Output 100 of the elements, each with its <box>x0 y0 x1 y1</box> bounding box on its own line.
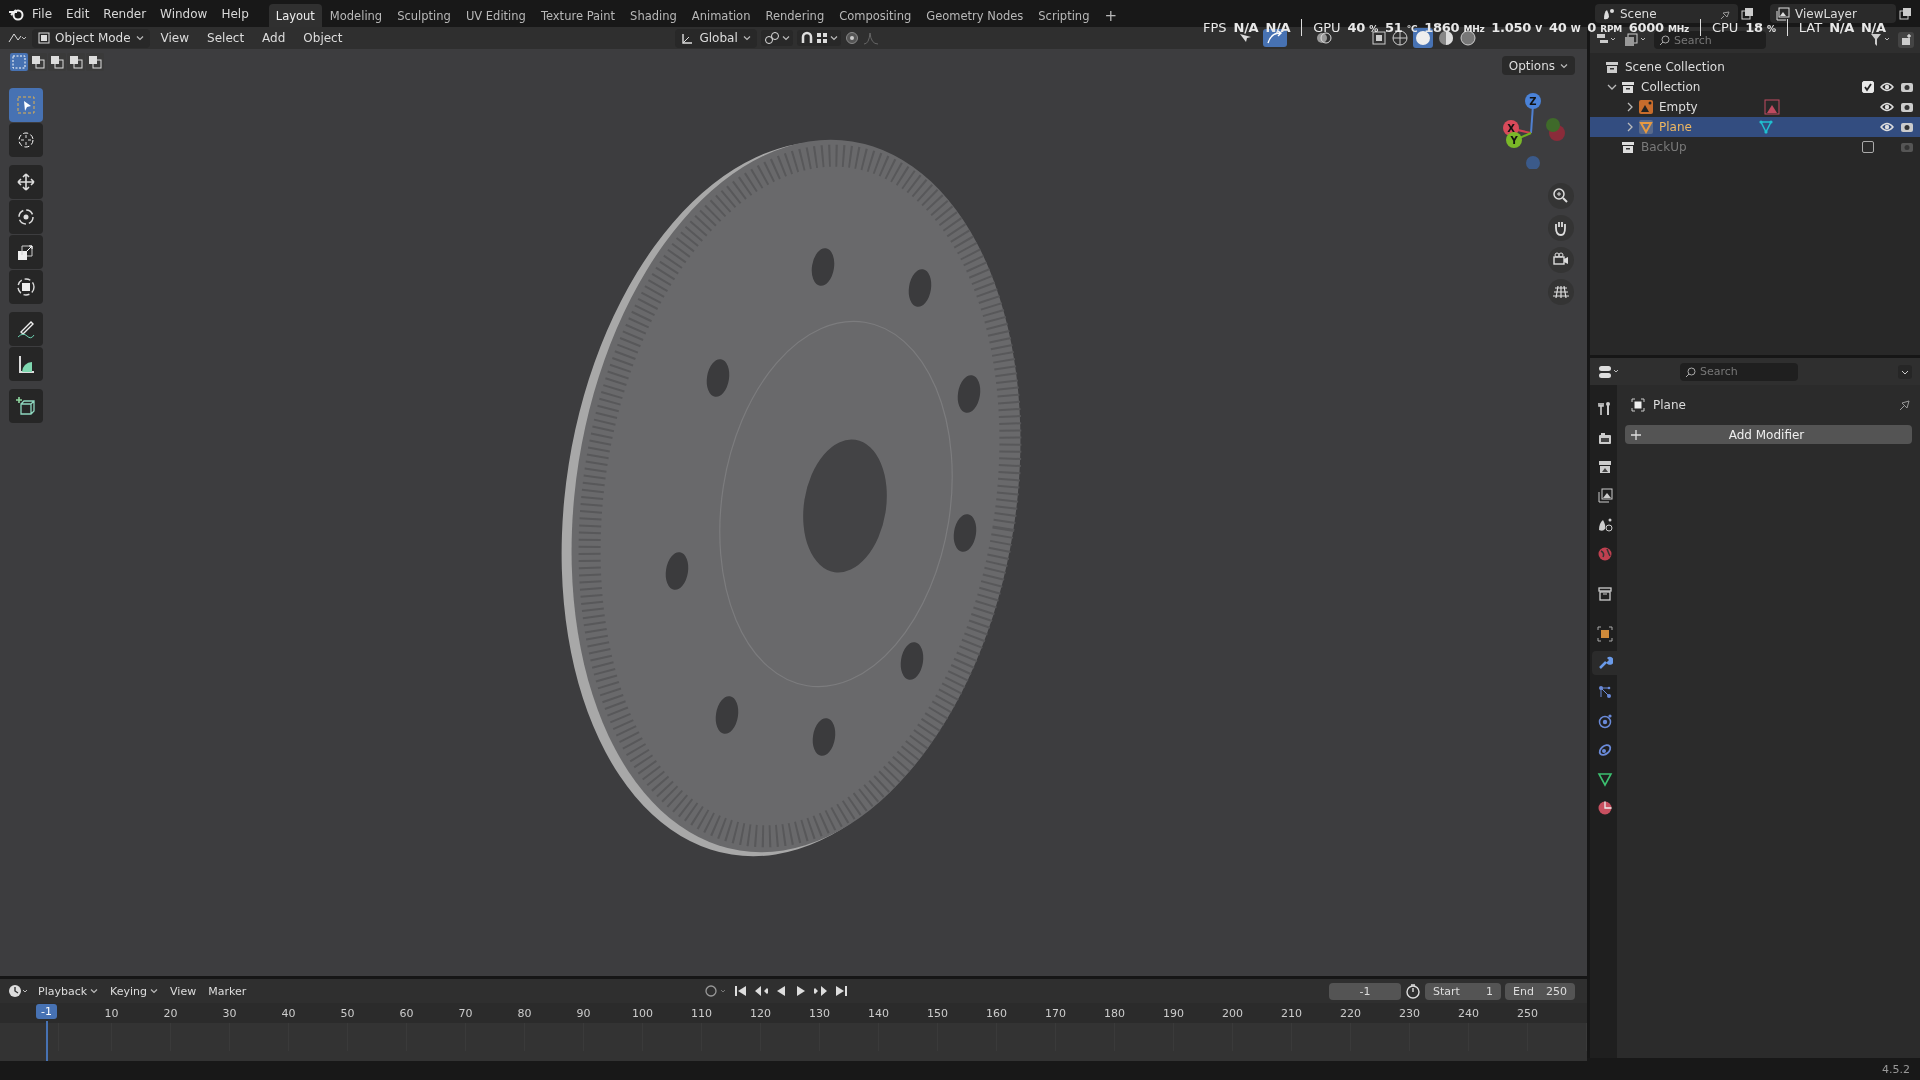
camera-icon[interactable] <box>1900 100 1914 114</box>
snap-dropdown[interactable] <box>796 30 841 46</box>
workspace-tab[interactable]: Layout <box>268 4 322 27</box>
workspace-tab[interactable]: Scripting <box>1031 4 1097 27</box>
workspace-tab[interactable]: Texture Paint <box>533 4 623 27</box>
tool-button[interactable] <box>9 200 43 234</box>
end-frame-field[interactable]: End 250 <box>1505 982 1575 1000</box>
add-modifier-button[interactable]: Add Modifier <box>1625 425 1912 444</box>
tool-button[interactable] <box>9 347 43 381</box>
menu-item[interactable]: Window <box>154 3 214 24</box>
jump-start-icon[interactable] <box>734 984 749 998</box>
mode-dropdown[interactable]: Object Mode <box>32 28 150 48</box>
menu-item[interactable]: Marker <box>204 982 251 1000</box>
pivot-icon <box>763 31 780 45</box>
selection-mode-icon[interactable] <box>67 53 85 71</box>
filter-layers-icon[interactable] <box>1624 33 1648 47</box>
workspace-tab[interactable]: Geometry Nodes <box>919 4 1031 27</box>
playhead[interactable]: -1 <box>36 1004 57 1019</box>
filter-icon[interactable] <box>1870 33 1892 47</box>
options-caret-icon[interactable] <box>1898 364 1912 379</box>
outliner-item-name: Plane <box>1659 120 1692 134</box>
new-collection-icon[interactable] <box>1898 32 1914 48</box>
search-field[interactable]: Search <box>1654 31 1766 49</box>
add-workspace-button[interactable]: + <box>1097 4 1124 27</box>
camera-icon[interactable] <box>1900 120 1914 134</box>
menu-item[interactable]: Render <box>97 3 153 24</box>
caret-icon <box>150 987 159 995</box>
scene-field[interactable]: Scene <box>1595 4 1738 23</box>
start-frame-field[interactable]: Start 1 <box>1425 982 1501 1000</box>
copy-icon[interactable] <box>1898 6 1912 21</box>
workspace-tab[interactable]: UV Editing <box>458 4 533 27</box>
transform-icon <box>15 276 37 298</box>
tool-button[interactable] <box>9 165 43 199</box>
proportional-icon[interactable] <box>844 31 859 45</box>
menu-item[interactable]: Help <box>215 3 255 24</box>
camera-icon[interactable] <box>1900 80 1914 94</box>
menu-item[interactable]: Keying <box>106 982 163 1000</box>
images-icon <box>1596 488 1613 504</box>
prev-keyframe-icon[interactable] <box>754 984 769 998</box>
menu-item[interactable]: Object <box>296 29 350 47</box>
tool-button[interactable] <box>9 235 43 269</box>
stopwatch-icon[interactable] <box>1405 983 1421 999</box>
pivot-dropdown[interactable] <box>760 30 793 46</box>
eye-icon[interactable] <box>1880 80 1894 94</box>
view-layer-field[interactable]: ViewLayer <box>1770 4 1896 23</box>
workspace-tab[interactable]: Modeling <box>322 4 390 27</box>
tool-button[interactable] <box>9 389 43 423</box>
checkbox[interactable] <box>1862 141 1874 153</box>
blender-logo-icon <box>8 6 24 21</box>
properties-tab[interactable] <box>1592 651 1617 675</box>
workspace-tab[interactable]: Shading <box>623 4 684 27</box>
orientation-dropdown[interactable]: Global <box>675 28 757 48</box>
selection-mode-icon[interactable] <box>29 53 47 71</box>
outliner-row[interactable]: Plane <box>1590 117 1920 137</box>
options-dropdown[interactable]: Options <box>1501 56 1575 75</box>
next-keyframe-icon[interactable] <box>814 984 829 998</box>
outliner-row[interactable]: Scene Collection <box>1590 57 1920 77</box>
menu-item[interactable]: Select <box>200 29 252 47</box>
selection-mode-icon[interactable] <box>48 53 66 71</box>
frame-tick-label: 150 <box>926 1006 949 1020</box>
jump-end-icon[interactable] <box>834 984 849 998</box>
menu-item[interactable]: View <box>153 29 197 47</box>
square-icon <box>1596 626 1613 642</box>
clock-icon[interactable] <box>8 983 30 999</box>
outliner-item-name: Empty <box>1659 100 1698 114</box>
outliner-row[interactable]: Collection <box>1590 77 1920 97</box>
copy-icon[interactable] <box>1740 6 1754 21</box>
xray-icon[interactable] <box>1370 30 1387 46</box>
eye-icon[interactable] <box>1880 120 1894 134</box>
outliner-row[interactable]: Empty <box>1590 97 1920 117</box>
tool-button[interactable] <box>9 312 43 346</box>
selection-mode-icon[interactable] <box>86 53 104 71</box>
menu-item[interactable]: Add <box>255 29 293 47</box>
workspace-tab[interactable]: Rendering <box>758 4 832 27</box>
frame-tick-label: 120 <box>749 1006 772 1020</box>
menu-item[interactable]: File <box>26 3 59 24</box>
hand-button[interactable] <box>1548 215 1574 241</box>
search-icon <box>1659 35 1670 46</box>
object-icon <box>1631 398 1645 412</box>
eye-icon[interactable] <box>1880 100 1894 114</box>
zoom-button[interactable] <box>1548 183 1574 209</box>
frame-tick-label: 50 <box>339 1006 356 1020</box>
search-field[interactable]: Search <box>1680 362 1798 381</box>
workspace-tab[interactable]: Sculpting <box>390 4 458 27</box>
collection-box-icon <box>1604 59 1620 75</box>
move-icon <box>15 171 37 193</box>
tool-button[interactable] <box>9 270 43 304</box>
workspace-tab[interactable]: Animation <box>684 4 758 27</box>
scene-icon <box>1596 517 1613 533</box>
current-frame-field[interactable]: -1 <box>1329 982 1401 1000</box>
grid-button[interactable] <box>1548 279 1574 305</box>
caret-icon <box>1560 61 1568 70</box>
navigation-gizmo[interactable]: Z X Y <box>1495 85 1565 169</box>
menu-item[interactable]: View <box>166 982 201 1000</box>
menu-item[interactable]: Playback <box>34 982 103 1000</box>
box-icon <box>1596 586 1613 602</box>
pin-icon[interactable] <box>1898 398 1912 412</box>
camera-button[interactable] <box>1548 247 1574 273</box>
menu-item[interactable]: Edit <box>60 3 96 24</box>
workspace-tab[interactable]: Compositing <box>832 4 919 27</box>
